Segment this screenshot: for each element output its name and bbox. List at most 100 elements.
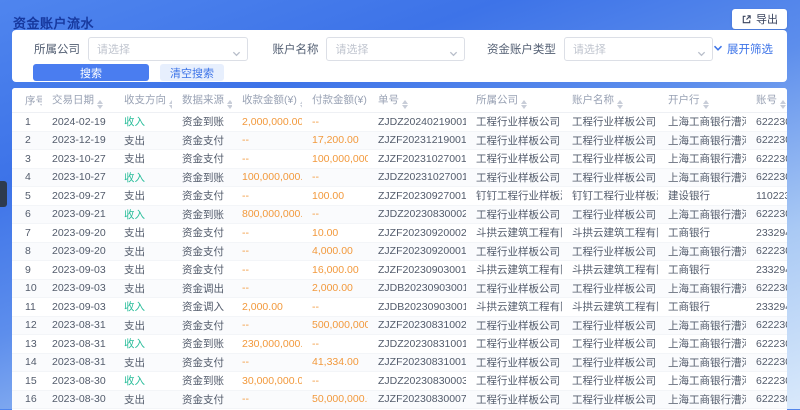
cell-company: 斗拱云建筑工程有限公司	[466, 224, 562, 243]
cell-order-no: ZJZF20231027001	[368, 150, 466, 169]
table-row: 52023-09-27支出资金支付--100.00ZJZF20230927001…	[12, 187, 787, 206]
cell-date: 2023-10-27	[42, 168, 114, 187]
clear-search-button[interactable]: 清空搜索	[160, 64, 224, 81]
cell-company: 斗拱云建筑工程有限公司	[466, 261, 562, 280]
cell-source: 资金支付	[172, 131, 232, 150]
table-row: 152023-08-30收入资金到账30,000,000.00--ZJDZ202…	[12, 372, 787, 391]
cell-account-name: 工程行业样板公司	[562, 279, 658, 298]
sort-icon[interactable]	[227, 100, 232, 109]
cell-source: 资金到账	[172, 335, 232, 354]
cell-income-amount: --	[232, 242, 302, 261]
column-header-payment-amount[interactable]: 付款金额(¥)	[302, 88, 368, 113]
sort-icon[interactable]	[521, 100, 527, 109]
table-row: 32023-10-27支出资金支付--100,000,000.00ZJZF202…	[12, 150, 787, 169]
cell-direction: 支出	[114, 224, 172, 243]
export-icon	[741, 14, 752, 25]
cell-order-no: ZJZF20230903001	[368, 261, 466, 280]
table-body: 12024-02-19收入资金到账2,000,000.00--ZJDZ20240…	[12, 113, 787, 410]
cell-company: 钉钉工程行业样板测	[466, 187, 562, 206]
cell-company: 工程行业样板公司	[466, 242, 562, 261]
cell-payment-amount: --	[302, 168, 368, 187]
sort-icon[interactable]	[780, 100, 786, 109]
cell-income-amount: 30,000,000.00	[232, 372, 302, 391]
cell-direction: 支出	[114, 316, 172, 335]
cell-company: 工程行业样板公司	[466, 150, 562, 169]
cell-payment-amount: 50,000,000.00	[302, 390, 368, 409]
cell-payment-amount: 10.00	[302, 224, 368, 243]
cell-index: 9	[12, 261, 42, 280]
table-row: 82023-09-20支出资金支付--4,000.00ZJZF202309200…	[12, 242, 787, 261]
column-label: 数据来源	[182, 94, 224, 106]
sort-icon[interactable]	[617, 100, 623, 109]
column-header-income-amount[interactable]: 收款金额(¥)	[232, 88, 302, 113]
table-row: 62023-09-21收入资金到账800,000,000.00--ZJDZ202…	[12, 205, 787, 224]
account-type-select-placeholder: 请选择	[573, 41, 606, 57]
cell-date: 2023-10-27	[42, 150, 114, 169]
cell-income-amount: 800,000,000.00	[232, 205, 302, 224]
cell-date: 2023-09-20	[42, 242, 114, 261]
cell-source: 资金支付	[172, 353, 232, 372]
column-header-direction[interactable]: 收支方向	[114, 88, 172, 113]
cell-income-amount: --	[232, 187, 302, 206]
column-label: 账号	[756, 94, 777, 106]
sort-icon[interactable]	[703, 100, 709, 109]
expand-filters-link[interactable]: 展开筛选	[713, 41, 773, 57]
cell-source: 资金到账	[172, 205, 232, 224]
export-button[interactable]: 导出	[732, 9, 787, 29]
cell-order-no: ZJDZ20240219001	[368, 113, 466, 132]
column-header-bank[interactable]: 开户行	[658, 88, 746, 113]
cell-payment-amount: --	[302, 113, 368, 132]
cell-order-no: ZJDZ20230830002	[368, 205, 466, 224]
search-button[interactable]: 搜索	[33, 64, 149, 81]
cell-date: 2023-12-19	[42, 131, 114, 150]
cell-direction: 支出	[114, 279, 172, 298]
cell-account-no: 622230111	[746, 390, 787, 409]
cell-source: 资金支付	[172, 150, 232, 169]
cell-direction: 收入	[114, 298, 172, 317]
sort-icon[interactable]	[402, 100, 408, 109]
cell-account-no: 622230111	[746, 205, 787, 224]
table-row: 22023-12-19支出资金支付--17,200.00ZJZF20231219…	[12, 131, 787, 150]
cell-payment-amount: 16,000.00	[302, 261, 368, 280]
cell-payment-amount: 500,000,000.00	[302, 316, 368, 335]
cell-bank: 上海工商银行漕河泾支行	[658, 168, 746, 187]
sort-icon[interactable]	[300, 100, 302, 109]
cell-order-no: ZJDB20230903001	[368, 279, 466, 298]
company-select[interactable]: 请选择	[88, 37, 248, 61]
cell-bank: 上海工商银行漕河泾支行	[658, 205, 746, 224]
column-header-order-no[interactable]: 单号	[368, 88, 466, 113]
cell-index: 1	[12, 113, 42, 132]
cell-account-no: 23329499	[746, 261, 787, 280]
cell-payment-amount: 100,000,000.00	[302, 150, 368, 169]
sort-icon[interactable]	[169, 100, 172, 109]
column-header-date[interactable]: 交易日期	[42, 88, 114, 113]
column-header-account-no[interactable]: 账号	[746, 88, 787, 113]
cell-date: 2023-09-03	[42, 261, 114, 280]
chevron-down-icon	[713, 43, 723, 56]
cell-account-name: 工程行业样板公司	[562, 335, 658, 354]
account-type-select[interactable]: 请选择	[564, 37, 713, 61]
cell-account-no: 110223823	[746, 187, 787, 206]
cell-order-no: ZJZF20230927001	[368, 187, 466, 206]
cell-bank: 上海工商银行漕河泾支行	[658, 390, 746, 409]
cell-date: 2023-09-03	[42, 298, 114, 317]
column-header-company[interactable]: 所属公司	[466, 88, 562, 113]
table-row: 12024-02-19收入资金到账2,000,000.00--ZJDZ20240…	[12, 113, 787, 132]
cell-source: 资金支付	[172, 261, 232, 280]
sort-icon[interactable]	[97, 100, 103, 109]
column-header-source[interactable]: 数据来源	[172, 88, 232, 113]
cell-index: 3	[12, 150, 42, 169]
cell-account-no: 622230111	[746, 372, 787, 391]
column-header-account-name[interactable]: 账户名称	[562, 88, 658, 113]
column-label: 付款金额(¥)	[312, 94, 367, 106]
cell-company: 工程行业样板公司	[466, 113, 562, 132]
account-name-select[interactable]: 请选择	[326, 37, 464, 61]
cell-account-no: 622230111	[746, 242, 787, 261]
side-drawer-handle[interactable]	[0, 181, 7, 207]
cell-source: 资金调入	[172, 298, 232, 317]
cell-direction: 收入	[114, 113, 172, 132]
cell-direction: 支出	[114, 131, 172, 150]
cell-bank: 工商银行	[658, 224, 746, 243]
cell-payment-amount: 4,000.00	[302, 242, 368, 261]
cell-index: 11	[12, 298, 42, 317]
